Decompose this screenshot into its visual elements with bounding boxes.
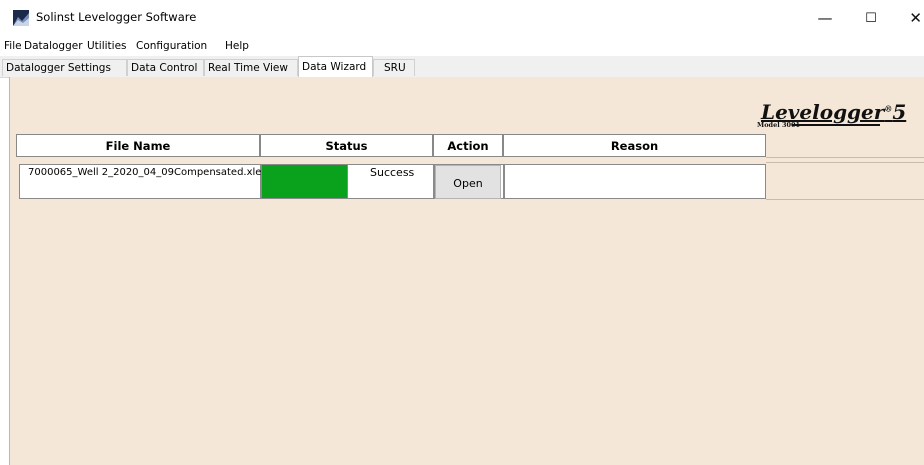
status-indicator bbox=[262, 165, 347, 198]
logo-underline bbox=[792, 124, 880, 126]
tab-data-control[interactable]: Data Control bbox=[127, 59, 204, 76]
tab-real-time-view[interactable]: Real Time View bbox=[204, 59, 298, 76]
header-status: Status bbox=[260, 134, 433, 157]
divider-line bbox=[766, 157, 924, 158]
reason-cell bbox=[504, 164, 766, 199]
maximize-button[interactable]: ☐ bbox=[848, 0, 894, 36]
menu-bar: File Datalogger Utilities Configuration … bbox=[0, 36, 924, 56]
window-title: Solinst Levelogger Software bbox=[36, 10, 197, 24]
divider-line bbox=[766, 199, 924, 200]
tab-strip: Datalogger Settings Data Control Real Ti… bbox=[0, 56, 924, 78]
tab-datalogger-settings[interactable]: Datalogger Settings bbox=[2, 59, 127, 76]
file-name-cell: 7000065_Well 2_2020_04_09Compensated.xle bbox=[19, 164, 261, 199]
status-divider bbox=[347, 165, 348, 198]
header-file-name: File Name bbox=[16, 134, 260, 157]
open-button[interactable]: Open bbox=[435, 165, 501, 199]
tab-sru[interactable]: SRU bbox=[373, 59, 415, 76]
levelogger-logo: Levelogger®5 Model 3001 bbox=[752, 103, 924, 131]
header-action: Action bbox=[433, 134, 503, 157]
menu-datalogger[interactable]: Datalogger bbox=[24, 40, 83, 52]
menu-help[interactable]: Help bbox=[225, 40, 249, 52]
minimize-button[interactable]: — bbox=[802, 0, 848, 36]
status-text: Success bbox=[370, 166, 415, 179]
menu-configuration[interactable]: Configuration bbox=[136, 40, 207, 52]
tab-data-wizard[interactable]: Data Wizard bbox=[298, 56, 373, 77]
app-icon bbox=[13, 10, 29, 26]
divider-line bbox=[766, 162, 924, 163]
menu-utilities[interactable]: Utilities bbox=[87, 40, 127, 52]
menu-file[interactable]: File bbox=[4, 40, 22, 52]
close-button[interactable]: ✕ bbox=[894, 0, 924, 36]
header-reason: Reason bbox=[503, 134, 766, 157]
title-bar: Solinst Levelogger Software — ☐ ✕ bbox=[0, 0, 924, 36]
